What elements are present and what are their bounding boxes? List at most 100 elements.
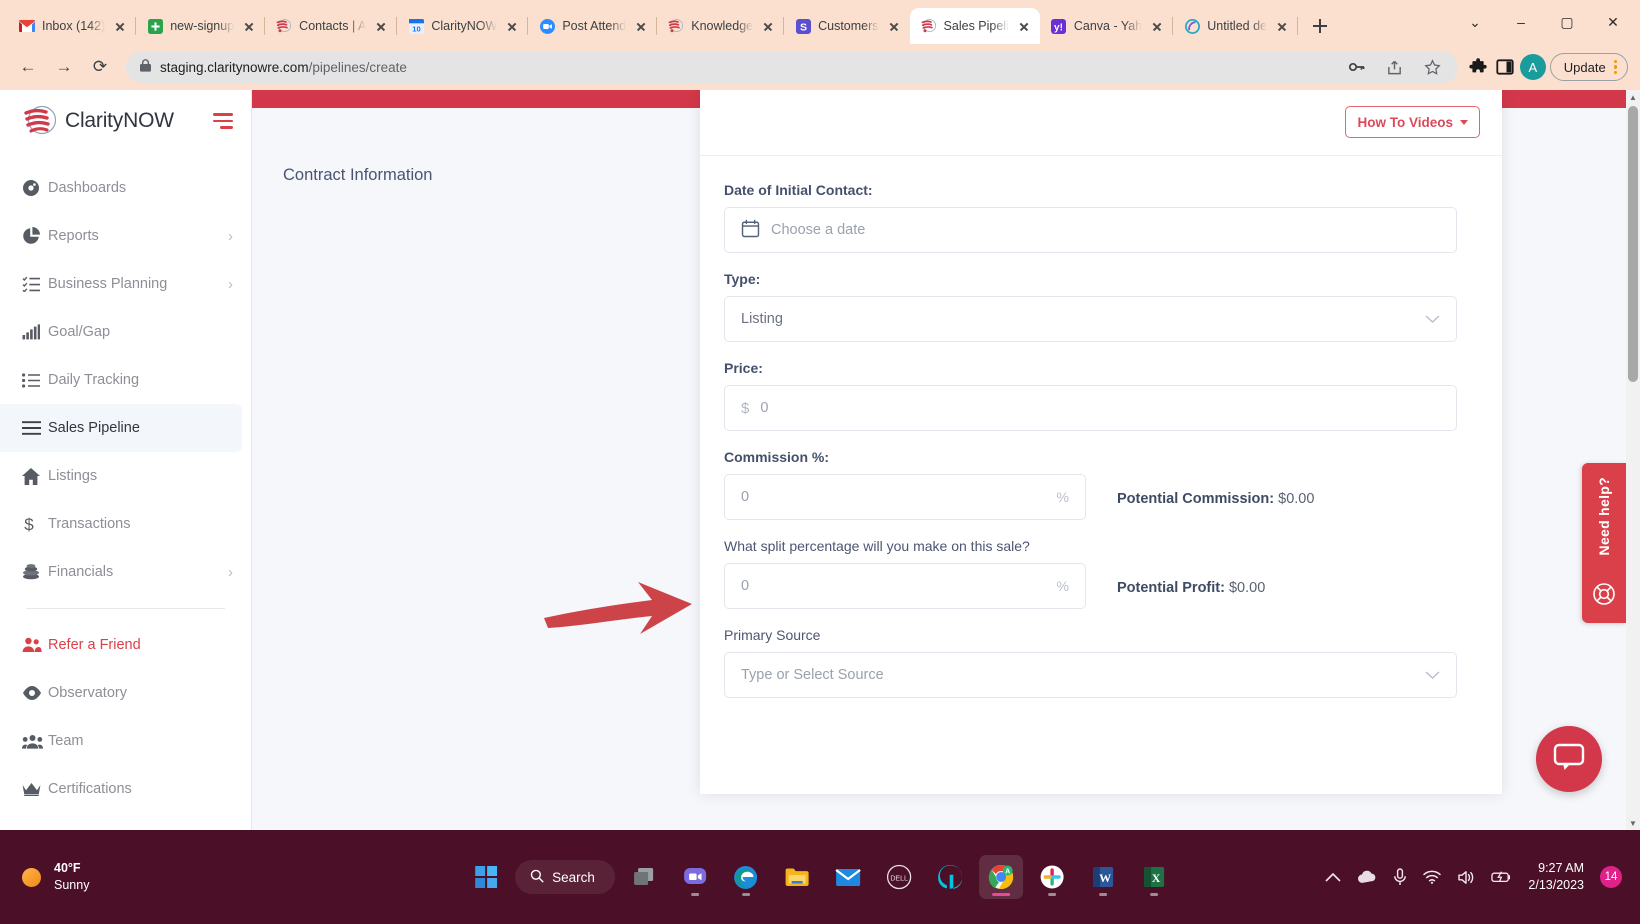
sidebar-item-refer-a-friend[interactable]: Refer a Friend [0,621,251,669]
windows-taskbar: 40°F Sunny Search DELL A W X 9:27 AM 2/1… [0,830,1640,924]
address-bar[interactable]: staging.claritynowre.com/pipelines/creat… [126,51,1458,83]
sidebar-item-certifications[interactable]: Certifications [0,765,251,813]
task-view-button[interactable] [622,855,666,899]
close-tab-icon[interactable] [112,18,128,34]
onedrive-icon[interactable] [1357,870,1377,884]
browser-tab[interactable]: S Customers [784,8,909,44]
split-input[interactable]: 0 % [724,563,1086,609]
commission-label: Commission %: [724,449,830,465]
close-button[interactable]: ✕ [1590,2,1636,42]
weather-widget[interactable]: 40°F Sunny [0,860,89,894]
sidebar-item-listings[interactable]: Listings [0,452,251,500]
excel-button[interactable]: X [1132,855,1176,899]
navigation-bar: ← → ⟳ staging.claritynowre.com/pipelines… [0,44,1640,90]
profile-avatar[interactable]: A [1519,54,1546,80]
mail-button[interactable] [826,855,870,899]
extensions-icon[interactable] [1468,56,1490,78]
taskbar-apps: Search DELL A W X [464,855,1176,899]
scrollbar-thumb[interactable] [1628,106,1638,382]
close-tab-icon[interactable] [1149,18,1165,34]
sidebar-item-label: Financials [48,564,114,580]
close-tab-icon[interactable] [373,18,389,34]
browser-tab[interactable]: y! Canva - Yah [1040,8,1174,44]
close-tab-icon[interactable] [1274,18,1290,34]
reload-button[interactable]: ⟳ [84,51,116,83]
chat-bubble-icon [1552,741,1586,778]
browser-tab[interactable]: Knowledge [657,8,784,44]
speaker-icon[interactable] [1457,870,1475,885]
sidebar-item-reports[interactable]: Reports › [0,212,251,260]
sidebar-item-business-planning[interactable]: Business Planning › [0,260,251,308]
password-key-icon[interactable] [1346,56,1368,78]
taskbar-search[interactable]: Search [515,860,615,894]
close-tab-icon[interactable] [1016,18,1032,34]
microphone-icon[interactable] [1393,868,1407,886]
close-tab-icon[interactable] [633,18,649,34]
browser-tab[interactable]: Inbox (142) [8,8,137,44]
alexa-button[interactable] [928,855,972,899]
tab-title: Knowledge [691,19,754,33]
potential-commission-value: $0.00 [1278,491,1315,507]
type-value: Listing [741,311,783,327]
bookmark-star-icon[interactable] [1422,56,1444,78]
close-tab-icon[interactable] [760,18,776,34]
side-panel-icon[interactable] [1494,56,1516,78]
teams-chat-button[interactable] [673,855,717,899]
scroll-up-arrow-icon[interactable]: ▲ [1626,90,1640,104]
update-button[interactable]: Update [1549,53,1628,81]
sidebar-item-dashboards[interactable]: Dashboards [0,164,251,212]
primary-source-select[interactable]: Type or Select Source [724,652,1457,698]
back-button[interactable]: ← [12,51,44,83]
dell-button[interactable]: DELL [877,855,921,899]
how-to-videos-button[interactable]: How To Videos [1345,106,1480,138]
forward-button[interactable]: → [48,51,80,83]
start-button[interactable] [464,855,508,899]
tab-search-button[interactable]: ⌄ [1452,2,1498,42]
type-select[interactable]: Listing [724,296,1457,342]
show-hidden-icons-button[interactable] [1325,872,1341,883]
browser-tab[interactable]: Sales Pipeli [909,8,1040,44]
file-explorer-button[interactable] [775,855,819,899]
word-button[interactable]: W [1081,855,1125,899]
annotation-arrow-icon [540,576,700,651]
tab-title: Contacts | A [299,19,367,33]
browser-tab[interactable]: 10 ClarityNOW [397,8,529,44]
need-help-tab[interactable]: Need help? [1582,463,1626,623]
scroll-down-arrow-icon[interactable]: ▼ [1626,816,1640,830]
share-icon[interactable] [1384,56,1406,78]
browser-tab[interactable]: Post Attend [528,8,658,44]
new-tab-button[interactable] [1306,12,1334,40]
sidebar-item-observatory[interactable]: Observatory [0,669,251,717]
wifi-icon[interactable] [1423,870,1442,884]
date-input[interactable]: Choose a date [724,207,1457,253]
tab-title: new-signup [170,19,235,33]
taskbar-clock[interactable]: 9:27 AM 2/13/2023 [1528,860,1584,895]
sidebar-item-sales-pipeline[interactable]: Sales Pipeline [0,404,242,452]
sidebar-item-financials[interactable]: Financials › [0,548,251,596]
maximize-button[interactable]: ▢ [1544,2,1590,42]
browser-tab[interactable]: new-signup [136,8,266,44]
close-tab-icon[interactable] [886,18,902,34]
card-body: Date of Initial Contact: Choose a date T… [700,156,1502,698]
browser-tab[interactable]: Contacts | A [265,8,398,44]
chrome-button[interactable]: A [978,855,1023,899]
battery-icon[interactable] [1491,870,1512,884]
commission-input[interactable]: 0 % [724,474,1086,520]
close-tab-icon[interactable] [241,18,257,34]
chrome-menu-icon[interactable] [1613,59,1617,75]
sidebar-item-team[interactable]: Team [0,717,251,765]
sidebar-toggle-icon[interactable] [213,113,233,129]
sidebar-item-goal-gap[interactable]: Goal/Gap [0,308,251,356]
slack-button[interactable] [1030,855,1074,899]
price-input[interactable]: $ 0 [724,385,1457,431]
notification-badge[interactable]: 14 [1600,866,1622,888]
browser-tab[interactable]: Untitled de [1173,8,1298,44]
sidebar-item-transactions[interactable]: $ Transactions [0,500,251,548]
sidebar-item-label: Business Planning [48,276,168,292]
edge-button[interactable] [724,855,768,899]
minimize-button[interactable]: – [1498,2,1544,42]
sidebar-item-daily-tracking[interactable]: Daily Tracking [0,356,251,404]
close-tab-icon[interactable] [504,18,520,34]
page-scrollbar[interactable]: ▲ ▼ [1626,90,1640,830]
chat-widget-button[interactable] [1536,726,1602,792]
